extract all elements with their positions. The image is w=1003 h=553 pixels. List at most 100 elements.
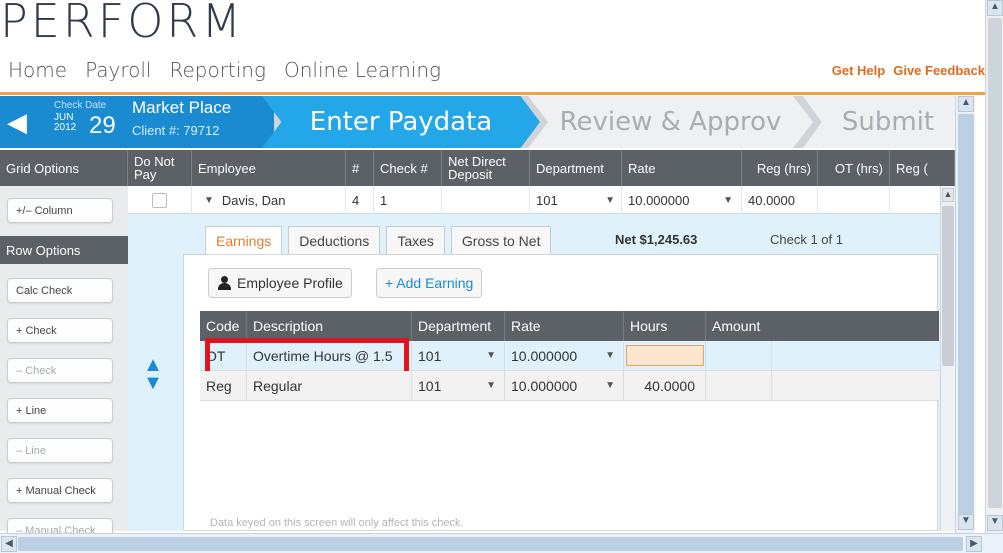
reg-partial-header[interactable]: Reg ( xyxy=(890,150,955,186)
rate-col-header[interactable]: Rate xyxy=(505,311,624,341)
earning-rate[interactable]: 10.000000 ▼ xyxy=(505,371,624,400)
remove-line-button[interactable]: – Line xyxy=(7,438,113,463)
page-vertical-scrollbar[interactable]: ▲ ▼ xyxy=(955,96,975,533)
scroll-up-icon[interactable]: ▲ xyxy=(942,188,954,202)
column-toggle-button[interactable]: +/– Column xyxy=(7,198,113,223)
department-value: 101 xyxy=(536,192,558,208)
check-date-block: Check Date JUN 2012 29 Market Place Clien… xyxy=(34,96,274,148)
dropdown-caret-icon[interactable]: ▼ xyxy=(605,380,615,391)
earning-department[interactable]: 101 ▼ xyxy=(412,371,505,400)
employee-row[interactable]: ▼ Davis, Dan 4 1 101 ▼ 10.000000 ▼ 40.00… xyxy=(128,186,940,214)
dropdown-caret-icon[interactable]: ▼ xyxy=(486,380,496,391)
scroll-up-icon[interactable]: ▲ xyxy=(958,96,974,112)
do-not-pay-checkbox[interactable] xyxy=(152,192,167,208)
page-scroll-thumb[interactable] xyxy=(958,114,974,514)
do-not-pay-header[interactable]: Do Not Pay xyxy=(128,150,192,186)
add-earning-button[interactable]: + Add Earning xyxy=(376,268,483,298)
scroll-down-icon[interactable]: ▼ xyxy=(987,515,1003,531)
top-nav: Home Payroll Reporting Online Learning xyxy=(8,58,441,82)
earning-row-reg[interactable]: Reg Regular 101 ▼ 10.000000 ▼ 40.0000 xyxy=(200,371,939,401)
grid-body: ▼ Davis, Dan 4 1 101 ▼ 10.000000 ▼ 40.00… xyxy=(128,186,940,531)
perform-logo: PERFORM xyxy=(0,0,245,44)
ot-hrs-header[interactable]: OT (hrs) xyxy=(818,150,890,186)
rate-cell[interactable]: 10.000000 ▼ xyxy=(622,186,742,214)
scroll-down-icon[interactable]: ▼ xyxy=(958,514,974,530)
nav-online-learning[interactable]: Online Learning xyxy=(284,58,441,82)
reg-hrs-cell[interactable]: 40.0000 xyxy=(742,186,818,214)
horizontal-scroll-thumb[interactable] xyxy=(18,537,963,551)
back-arrow-icon[interactable]: ◀ xyxy=(0,96,34,148)
nav-divider xyxy=(0,92,985,95)
hours-input[interactable] xyxy=(626,345,704,366)
tab-gross-to-net[interactable]: Gross to Net xyxy=(450,226,552,254)
tab-taxes[interactable]: Taxes xyxy=(386,226,445,254)
scroll-left-icon[interactable]: ◀ xyxy=(1,536,17,552)
step-review-approve[interactable]: Review & Approv xyxy=(528,96,813,148)
description-header[interactable]: Description xyxy=(247,311,412,341)
nav-payroll[interactable]: Payroll xyxy=(85,58,151,82)
scroll-right-icon[interactable]: ▶ xyxy=(966,536,982,552)
get-help-link[interactable]: Get Help xyxy=(832,63,885,78)
dropdown-caret-icon[interactable]: ▼ xyxy=(605,350,615,361)
dropdown-caret-icon[interactable]: ▼ xyxy=(605,195,615,206)
earning-row-ot[interactable]: OT Overtime Hours @ 1.5 101 ▼ 10.000000 … xyxy=(200,338,939,376)
horizontal-scrollbar[interactable]: ◀ ▶ xyxy=(0,533,1003,553)
step-enter-paydata[interactable]: Enter Paydata xyxy=(262,96,540,148)
row-options-header: Row Options xyxy=(0,236,128,264)
nav-reporting[interactable]: Reporting xyxy=(169,58,266,82)
amount-cell xyxy=(706,371,772,400)
net-direct-deposit-header[interactable]: Net Direct Deposit xyxy=(442,150,530,186)
hours-header[interactable]: Hours xyxy=(624,311,706,341)
ot-hrs-cell[interactable] xyxy=(818,186,890,214)
remove-check-button[interactable]: – Check xyxy=(7,358,113,383)
check-date-label: Check Date xyxy=(54,100,107,111)
earnings-table-header: Code Description Department Rate Hours A… xyxy=(200,311,939,341)
employee-header[interactable]: Employee xyxy=(192,150,346,186)
department-header[interactable]: Department xyxy=(530,150,622,186)
employee-cell: ▼ Davis, Dan xyxy=(192,186,346,214)
give-feedback-link[interactable]: Give Feedback xyxy=(893,63,985,78)
scroll-up-icon[interactable]: ▲ xyxy=(987,0,1003,16)
browser-scroll-thumb[interactable] xyxy=(988,18,1002,508)
earning-code: Reg xyxy=(200,371,247,400)
hours-cell[interactable]: 40.0000 xyxy=(624,371,706,400)
earning-department[interactable]: 101 ▼ xyxy=(412,341,505,370)
reg-hrs-header[interactable]: Reg (hrs) xyxy=(742,150,818,186)
down-arrow-icon[interactable]: ▼ xyxy=(142,373,164,393)
tab-earnings[interactable]: Earnings xyxy=(205,226,283,254)
department-cell[interactable]: 101 ▼ xyxy=(530,186,622,214)
grid-scroll-thumb[interactable] xyxy=(942,206,954,366)
check-number-header[interactable]: Check # xyxy=(374,150,442,186)
earning-rate-value: 10.000000 xyxy=(511,347,578,364)
footnote: Data keyed on this screen will only affe… xyxy=(210,517,464,529)
browser-vertical-scrollbar[interactable]: ▲ ▼ xyxy=(985,0,1003,533)
client-number: Client #: 79712 xyxy=(132,123,220,138)
earning-rate[interactable]: 10.000000 ▼ xyxy=(505,341,624,370)
nav-home[interactable]: Home xyxy=(8,58,67,82)
grid-header: Grid Options Do Not Pay Employee # Check… xyxy=(0,150,955,186)
add-line-button[interactable]: + Line xyxy=(7,398,113,423)
app-frame: PERFORM Home Payroll Reporting Online Le… xyxy=(0,0,1003,553)
employee-profile-button[interactable]: Employee Profile xyxy=(208,268,352,298)
add-manual-check-button[interactable]: + Manual Check xyxy=(7,478,113,503)
row-reorder-arrows: ▲ ▼ xyxy=(142,355,164,393)
amount-header[interactable]: Amount xyxy=(706,311,939,341)
grid-vertical-scrollbar[interactable]: ▲ xyxy=(940,186,955,531)
dropdown-caret-icon[interactable]: ▼ xyxy=(723,195,733,206)
calc-check-button[interactable]: Calc Check xyxy=(7,278,113,303)
dropdown-caret-icon[interactable]: ▼ xyxy=(486,350,496,361)
add-check-button[interactable]: + Check xyxy=(7,318,113,343)
number-header[interactable]: # xyxy=(346,150,374,186)
check-date-month: JUN 2012 xyxy=(54,112,77,133)
rate-header[interactable]: Rate xyxy=(622,150,742,186)
step-submit[interactable]: Submit xyxy=(803,96,955,148)
employee-number: 4 xyxy=(346,186,374,214)
earnings-panel: Employee Profile + Add Earning Code Desc… xyxy=(183,254,939,531)
rate-value: 10.000000 xyxy=(628,192,690,208)
department-col-header[interactable]: Department xyxy=(412,311,505,341)
check-counter: Check 1 of 1 xyxy=(770,232,843,247)
earning-rate-value: 10.000000 xyxy=(511,377,578,394)
tab-deductions[interactable]: Deductions xyxy=(288,226,381,254)
expand-caret-icon[interactable]: ▼ xyxy=(204,195,214,206)
code-header[interactable]: Code xyxy=(200,311,247,341)
